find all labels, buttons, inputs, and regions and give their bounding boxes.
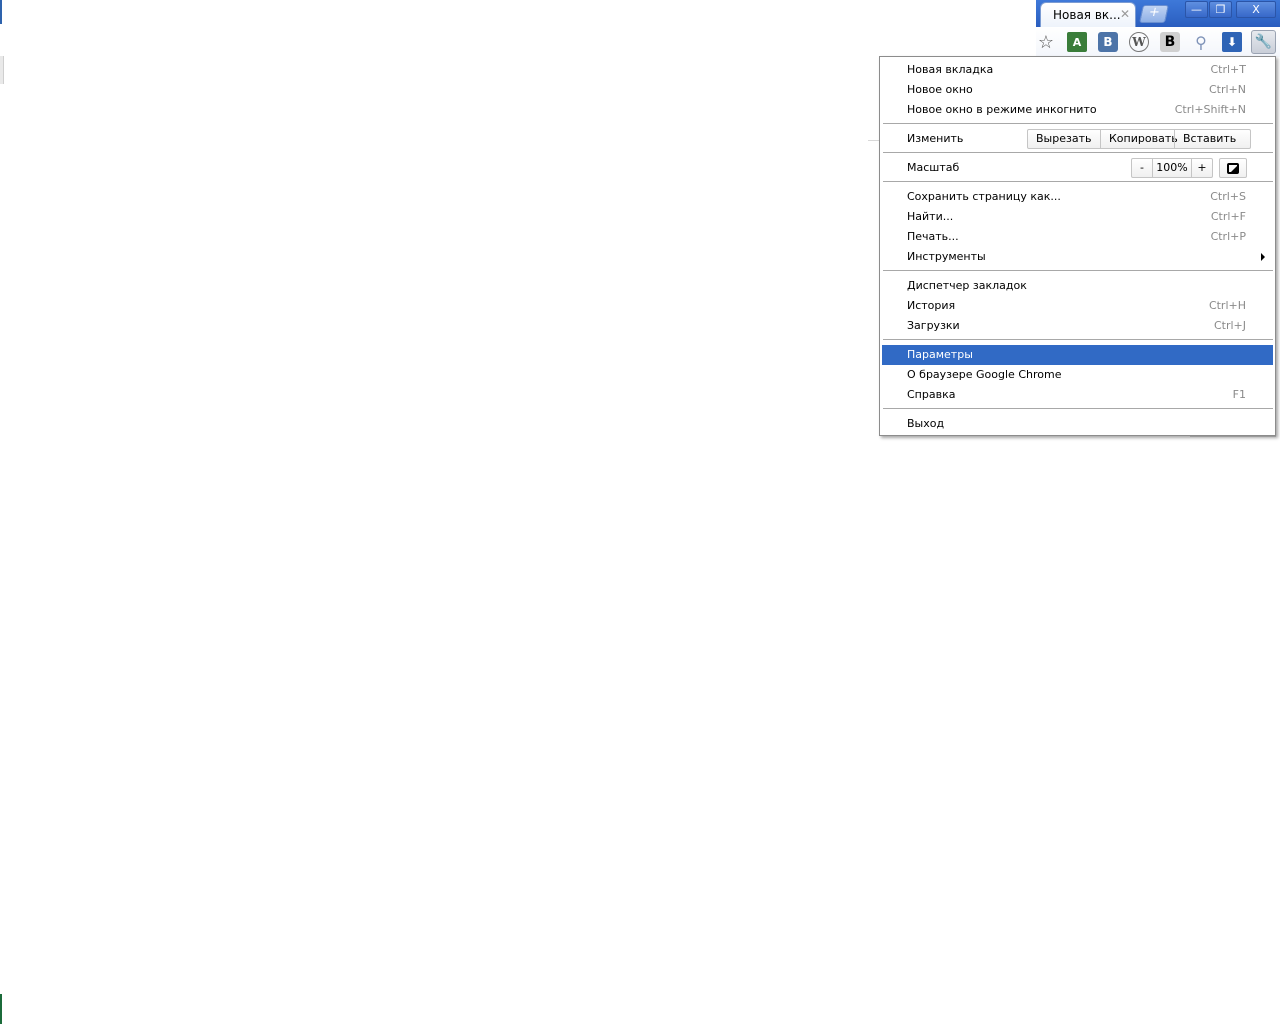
menu-item-tools[interactable]: Инструменты bbox=[882, 247, 1273, 267]
menu-item-label: Новая вкладка bbox=[907, 63, 994, 76]
menu-separator bbox=[883, 339, 1273, 341]
menu-item-label: Диспетчер закладок bbox=[907, 279, 1027, 292]
cut-button[interactable]: Вырезать bbox=[1028, 130, 1100, 148]
wrench-menu-icon[interactable]: 🔧 bbox=[1251, 30, 1276, 54]
left-window-edge-bottom bbox=[0, 994, 2, 1024]
menu-item-label: Загрузки bbox=[907, 319, 960, 332]
menu-item-shortcut: F1 bbox=[1232, 388, 1246, 401]
menu-item-shortcut: Ctrl+T bbox=[1210, 63, 1246, 76]
download-extension-icon[interactable]: ⬇ bbox=[1222, 32, 1242, 52]
page-artifact-line bbox=[1190, 436, 1276, 437]
tab-title: Новая вк... bbox=[1053, 8, 1121, 22]
menu-separator bbox=[883, 152, 1273, 154]
zoom-in-button[interactable]: + bbox=[1191, 159, 1212, 177]
menu-item-label: Справка bbox=[907, 388, 956, 401]
paste-button[interactable]: Вставить bbox=[1174, 130, 1250, 148]
close-window-button[interactable]: X bbox=[1236, 1, 1276, 18]
vk-extension-icon[interactable]: B bbox=[1098, 32, 1118, 52]
menu-separator bbox=[883, 270, 1273, 272]
menu-item-exit[interactable]: Выход bbox=[882, 414, 1273, 434]
zoom-out-button[interactable]: - bbox=[1132, 159, 1152, 177]
bookmark-star-icon[interactable]: ☆ bbox=[1036, 32, 1056, 53]
menu-item-label: История bbox=[907, 299, 956, 312]
menu-separator bbox=[883, 408, 1273, 410]
menu-item-label: Новое окно в режиме инкогнито bbox=[907, 103, 1097, 116]
menu-item-label: Изменить bbox=[907, 132, 964, 145]
menu-item-shortcut: Ctrl+H bbox=[1208, 299, 1246, 312]
menu-separator bbox=[883, 181, 1273, 183]
menu-item-label: Сохранить страницу как... bbox=[907, 190, 1061, 203]
menu-item-new-tab[interactable]: Новая вкладка Ctrl+T bbox=[882, 60, 1273, 80]
menu-item-downloads[interactable]: Загрузки Ctrl+J bbox=[882, 316, 1273, 336]
zoom-controls: - 100% + bbox=[1131, 158, 1213, 178]
menu-item-zoom: Масштаб bbox=[882, 158, 1273, 178]
tab-new-tab[interactable]: Новая вк... ✕ bbox=[1040, 2, 1136, 27]
menu-item-history[interactable]: История Ctrl+H bbox=[882, 296, 1273, 316]
search-extension-icon[interactable]: ⚲ bbox=[1191, 32, 1211, 52]
menu-item-save-page[interactable]: Сохранить страницу как... Ctrl+S bbox=[882, 187, 1273, 207]
wikipedia-extension-icon[interactable]: W bbox=[1129, 32, 1149, 52]
minimize-button[interactable]: — bbox=[1185, 1, 1208, 18]
copy-button[interactable]: Копировать bbox=[1100, 130, 1178, 148]
maximize-button[interactable]: ❐ bbox=[1209, 1, 1232, 18]
menu-item-label: Параметры bbox=[907, 348, 973, 361]
desktop-screen: Новая вк... ✕ + — ❐ X ☆ A B W B ⚲ ⬇ 🔧 Но… bbox=[0, 0, 1280, 1024]
menu-item-settings[interactable]: Параметры bbox=[882, 345, 1273, 365]
menu-item-shortcut: Ctrl+J bbox=[1213, 319, 1246, 332]
fullscreen-icon bbox=[1227, 162, 1239, 174]
menu-item-incognito[interactable]: Новое окно в режиме инкогнито Ctrl+Shift… bbox=[882, 100, 1273, 120]
new-tab-button[interactable]: + bbox=[1139, 5, 1169, 23]
menu-item-label: Найти... bbox=[907, 210, 954, 223]
menu-item-label: Масштаб bbox=[907, 161, 960, 174]
translate-extension-icon[interactable]: A bbox=[1067, 32, 1087, 52]
menu-item-label: Выход bbox=[907, 417, 945, 430]
menu-item-shortcut: Ctrl+S bbox=[1210, 190, 1246, 203]
menu-item-shortcut: Ctrl+N bbox=[1208, 83, 1246, 96]
fullscreen-button[interactable] bbox=[1219, 158, 1247, 178]
submenu-arrow-icon bbox=[1261, 253, 1265, 261]
menu-item-label: Новое окно bbox=[907, 83, 973, 96]
menu-separator bbox=[883, 123, 1273, 125]
menu-item-label: Инструменты bbox=[907, 250, 986, 263]
zoom-level-value: 100% bbox=[1152, 159, 1191, 177]
tab-close-icon[interactable]: ✕ bbox=[1119, 7, 1131, 21]
menu-item-find[interactable]: Найти... Ctrl+F bbox=[882, 207, 1273, 227]
edit-button-group: Вырезать Копировать Вставить bbox=[1027, 129, 1251, 149]
menu-item-shortcut: Ctrl+F bbox=[1210, 210, 1246, 223]
chrome-wrench-menu: Новая вкладка Ctrl+T Новое окно Ctrl+N Н… bbox=[879, 56, 1276, 436]
menu-item-shortcut: Ctrl+P bbox=[1210, 230, 1246, 243]
menu-item-shortcut: Ctrl+Shift+N bbox=[1174, 103, 1246, 116]
menu-item-new-window[interactable]: Новое окно Ctrl+N bbox=[882, 80, 1273, 100]
left-window-edge-mid bbox=[0, 56, 4, 84]
menu-item-about[interactable]: О браузере Google Chrome bbox=[882, 365, 1273, 385]
menu-item-label: О браузере Google Chrome bbox=[907, 368, 1062, 381]
left-window-edge-top bbox=[0, 0, 2, 24]
menu-item-bookmarks-manager[interactable]: Диспетчер закладок bbox=[882, 276, 1273, 296]
menu-item-help[interactable]: Справка F1 bbox=[882, 385, 1273, 405]
menu-item-print[interactable]: Печать... Ctrl+P bbox=[882, 227, 1273, 247]
menu-item-label: Печать... bbox=[907, 230, 959, 243]
b-extension-icon[interactable]: B bbox=[1160, 32, 1180, 52]
